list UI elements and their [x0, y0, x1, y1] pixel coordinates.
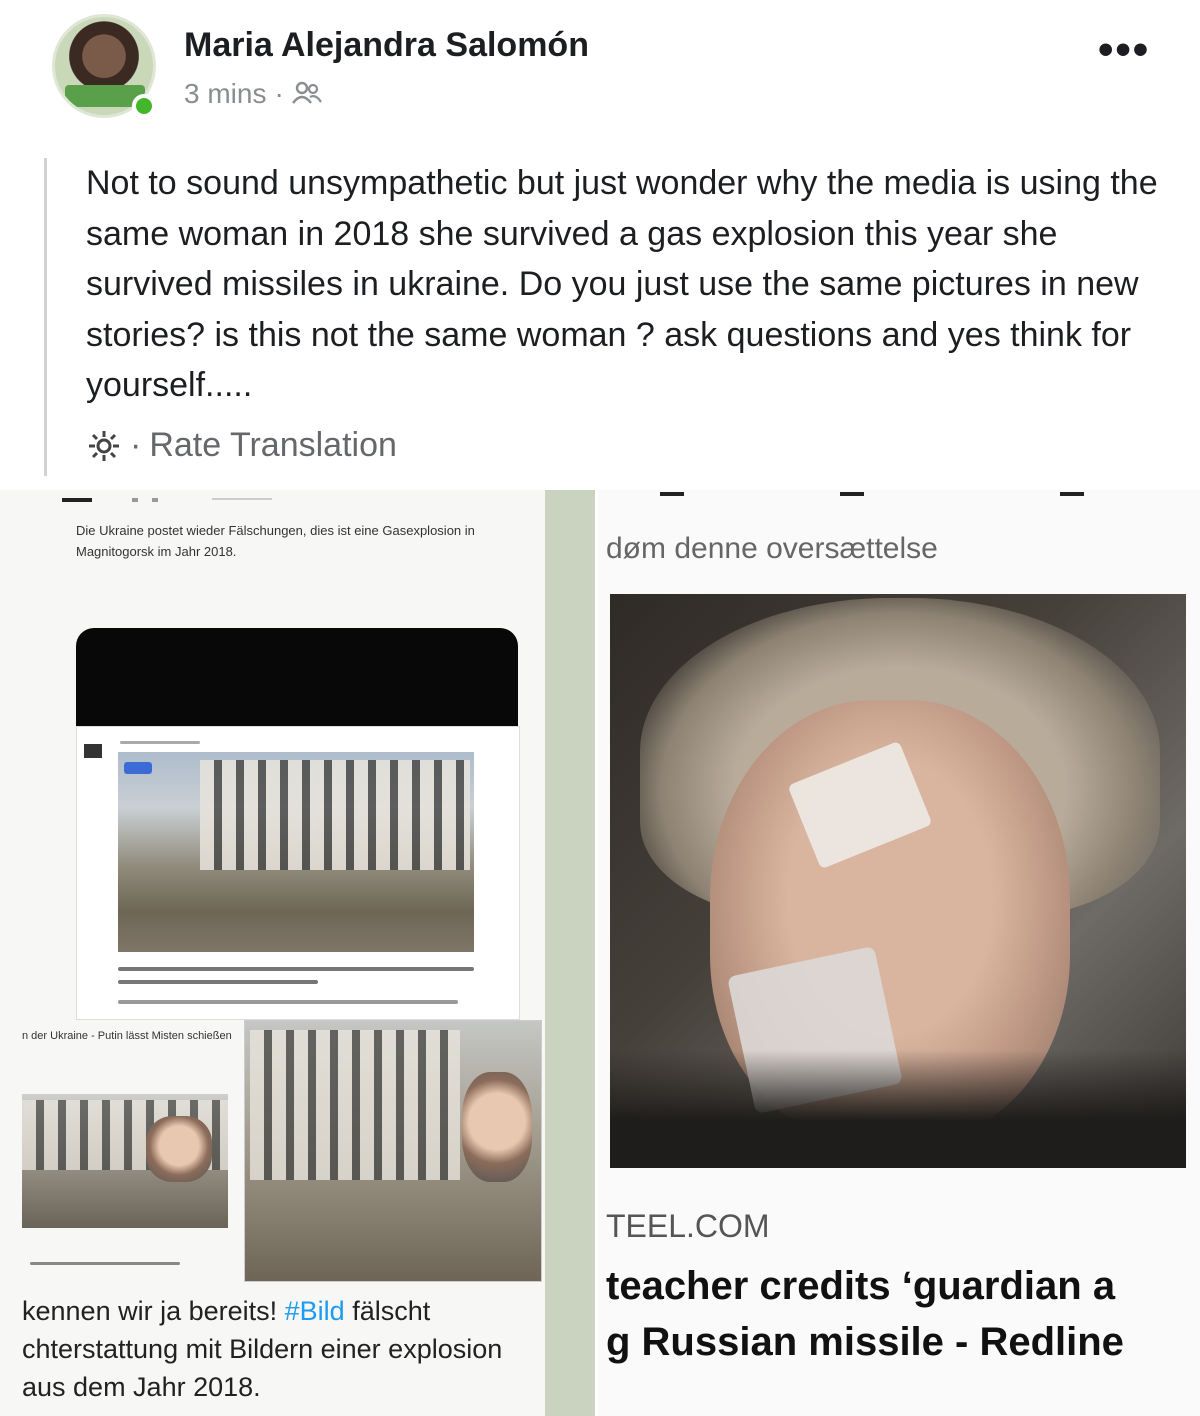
tweet-caption: Die Ukraine postet wieder Fälschungen, d… [76, 523, 475, 559]
link-source-domain: TEEL.COM [606, 1208, 770, 1244]
card-text-line [118, 980, 318, 984]
video-badge [124, 762, 152, 774]
gear-icon [89, 430, 119, 461]
rate-translation-link[interactable]: · Rate Translation [86, 426, 397, 465]
quote-bar [44, 158, 47, 476]
author-name[interactable]: Maria Alejandra Salomón [184, 26, 589, 65]
building-facade [200, 760, 470, 870]
photo-caption-line [30, 1262, 180, 1265]
translation-note[interactable]: døm denne oversættelse [606, 532, 938, 566]
article-label: n der Ukraine - Putin lässt Misten schie… [22, 1030, 232, 1042]
post-time[interactable]: 3 mins [184, 78, 266, 110]
meta-separator: · [274, 78, 284, 109]
link-headline[interactable]: teacher credits ‘guardian a g Russian mi… [606, 1258, 1196, 1370]
more-options-button[interactable]: ••• [1098, 28, 1150, 72]
partial-icons-row [62, 498, 272, 502]
card-source-line [120, 741, 200, 744]
woman-face-thumbnail [146, 1116, 212, 1182]
card-text-line [118, 967, 474, 971]
collage-divider [545, 490, 595, 1416]
friends-icon [291, 81, 322, 104]
card-source-icon [84, 744, 102, 758]
hashtag-bild[interactable]: #Bild [285, 1296, 345, 1326]
embedded-card-header [76, 628, 518, 728]
woman-face-inset [462, 1072, 532, 1182]
german-comment-prefix: kennen wir ja bereits! [22, 1296, 285, 1326]
post-text: Not to sound unsympathetic but just wond… [86, 164, 1158, 404]
online-status-dot [132, 94, 156, 118]
partial-icons-row-right [660, 492, 1084, 496]
rate-translation-label[interactable]: Rate Translation [149, 426, 397, 465]
photo-coat [610, 1050, 1186, 1168]
rate-separator: · [130, 426, 142, 464]
german-comment: kennen wir ja bereits! #Bild fälscht cht… [22, 1292, 542, 1406]
card-text-line [118, 1000, 458, 1004]
headline-line-2: g Russian missile - Redline [606, 1320, 1124, 1364]
post-meta: 3 mins · [184, 78, 322, 110]
article-photo-building [250, 1030, 460, 1180]
headline-line-1: teacher credits ‘guardian a [606, 1264, 1116, 1308]
